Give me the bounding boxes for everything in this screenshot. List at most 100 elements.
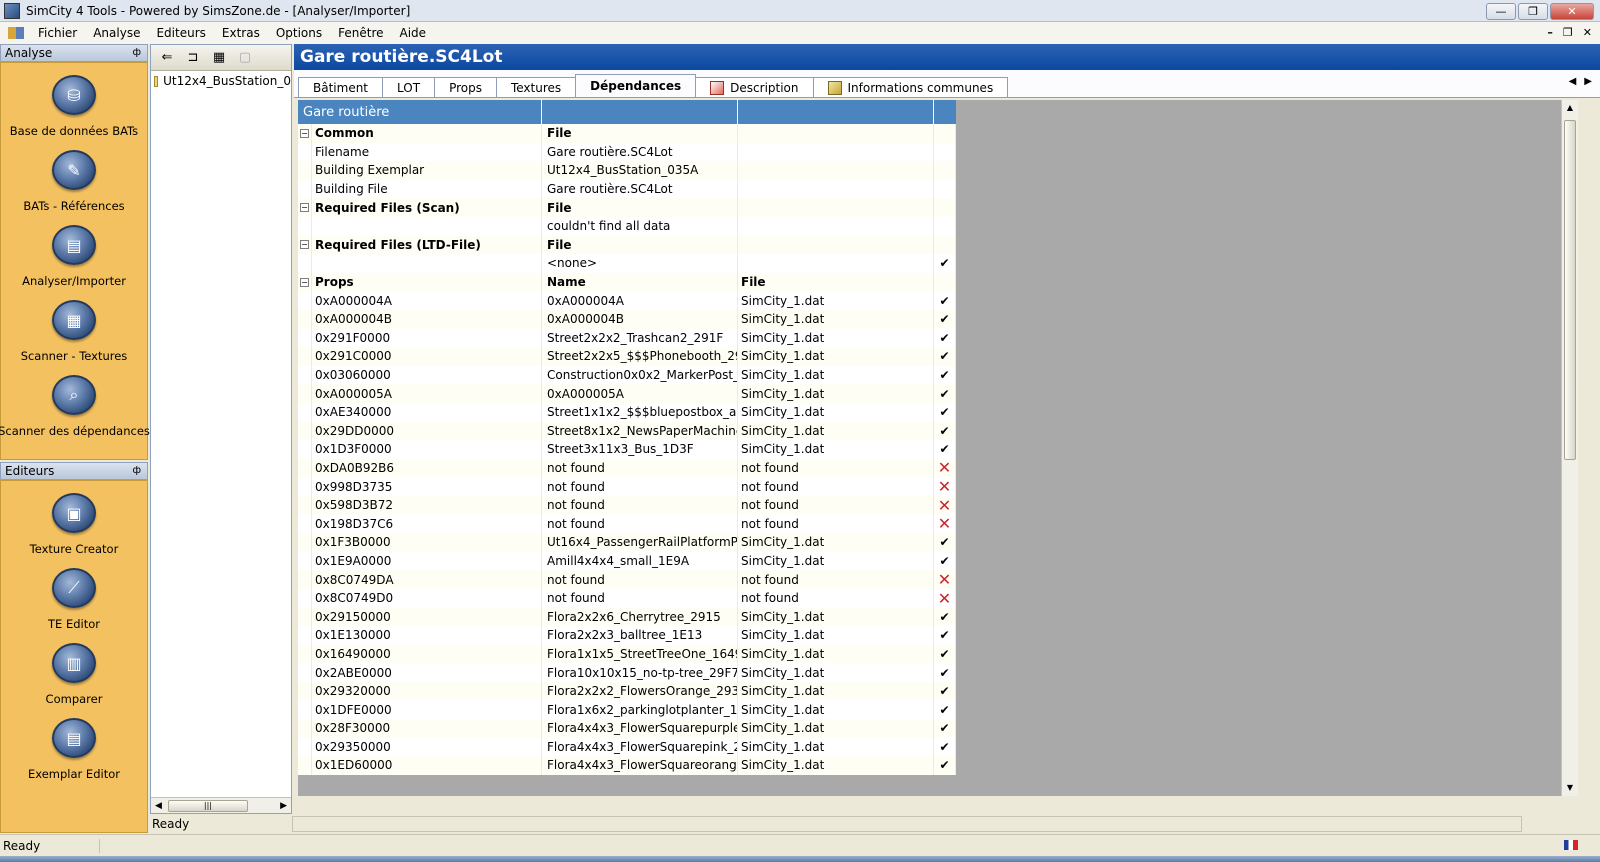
table-row[interactable]: 0x29DD0000Street8x1x2_NewsPaperMachines.… xyxy=(298,421,956,441)
table-row[interactable]: 0x16490000 Flora1x1x5_StreetTreeOne_1649 S… xyxy=(298,644,956,664)
group-row[interactable]: − Props Name File xyxy=(298,272,956,292)
table-row[interactable]: 0x2ABE0000 Flora10x10x15_no-tp-tree_29F7 S… xyxy=(298,663,956,682)
table-row[interactable]: 0xA000004B 0xA000004B SimCity_1.dat ✔ xyxy=(298,309,956,329)
group-row[interactable]: − Common File xyxy=(298,124,956,143)
scroll-up-icon[interactable]: ▲ xyxy=(1562,100,1578,116)
name-cell: 0xA000004A xyxy=(312,291,542,310)
tab-scroll-left-icon[interactable]: ◀ xyxy=(1569,76,1577,87)
table-row[interactable]: 0x03060000 Construction0x0x2_MarkerPost_0… xyxy=(298,365,956,385)
table-row[interactable]: 0x1ED60000 Flora4x4x3_FlowerSquareorange.… xyxy=(298,756,956,775)
menu-options[interactable]: Options xyxy=(268,26,330,40)
table-row[interactable]: 0x29150000 Flora2x2x6_Cherrytree_2915 SimC… xyxy=(298,607,956,627)
grid-view-icon[interactable]: ▦ xyxy=(209,49,229,67)
table-row[interactable]: 0x8C0749D0 not found not found ✕ xyxy=(298,588,956,608)
table-row[interactable]: 0x198D37C6 not found not found ✕ xyxy=(298,514,956,534)
menu-analyse[interactable]: Analyse xyxy=(85,26,148,40)
launcher-compare[interactable]: ▥ Comparer xyxy=(1,631,147,706)
close-button[interactable]: ✕ xyxy=(1550,3,1594,20)
launcher-te-editor[interactable]: ⟋ TE Editor xyxy=(1,556,147,631)
table-row[interactable]: 0x291F0000 Street2x2x2_Trashcan2_291F SimC… xyxy=(298,328,956,348)
table-row[interactable]: 0x998D3735 not found not found ✕ xyxy=(298,477,956,496)
table-row[interactable]: 0x1E9A0000 Amill4x4x4_small_1E9A SimCity_1… xyxy=(298,551,956,571)
editors-panel-header[interactable]: Editeurs ф xyxy=(0,462,148,480)
table-row[interactable]: Building Exemplar Ut12x4_BusStation_035A xyxy=(298,161,956,180)
launcher-bat-references[interactable]: ✎ BATs - Références xyxy=(1,138,147,213)
check-icon: ✔ xyxy=(934,309,956,329)
compare-icon: ▥ xyxy=(52,643,96,683)
tab-informations-communes[interactable]: Informations communes xyxy=(812,77,1009,97)
table-row[interactable]: 0xA000005A 0xA000005A SimCity_1.dat ✔ xyxy=(298,384,956,403)
menu-extras[interactable]: Extras xyxy=(214,26,268,40)
launcher-bat-database[interactable]: ⛁ Base de données BATs xyxy=(1,63,147,138)
table-row[interactable]: 0x29350000 Flora4x4x3_FlowerSquarepink_2.… xyxy=(298,737,956,757)
table-row[interactable]: 0x1E130000 Flora2x2x3_balltree_1E13 SimCit… xyxy=(298,626,956,645)
table-row[interactable]: 0xAE340000 Street1x1x2_$$$bluepostbox_ae3… xyxy=(298,402,956,422)
pin-icon[interactable]: ф xyxy=(132,47,141,58)
table-row[interactable]: 0x29320000 Flora2x2x2_FlowersOrange_2932 S… xyxy=(298,681,956,701)
menu-editeurs[interactable]: Editeurs xyxy=(148,26,213,40)
table-row[interactable]: 0x598D3B72 not found not found ✕ xyxy=(298,495,956,515)
tab-description[interactable]: Description xyxy=(695,77,814,97)
table-row[interactable]: 0x1D3F0000 Street3x11x3_Bus_1D3F SimCity_1… xyxy=(298,440,956,459)
info-icon xyxy=(827,80,842,95)
scroll-thumb[interactable] xyxy=(1564,120,1576,460)
mdi-restore-button[interactable]: ❐ xyxy=(1563,26,1573,39)
file-cell: SimCity_1.dat xyxy=(738,440,934,459)
file-cell: SimCity_1.dat xyxy=(738,756,934,775)
collapse-icon[interactable]: − xyxy=(300,240,309,250)
mdi-close-button[interactable]: ✕ xyxy=(1583,26,1592,39)
tab-props[interactable]: Props xyxy=(434,77,497,97)
menu-fichier[interactable]: Fichier xyxy=(30,26,85,40)
flag-icon[interactable] xyxy=(1564,840,1578,850)
group-row[interactable]: − Required Files (Scan) File xyxy=(298,198,956,217)
scroll-down-icon[interactable]: ▼ xyxy=(1562,780,1578,796)
tab-lot[interactable]: LOT xyxy=(382,77,436,97)
tab-textures[interactable]: Textures xyxy=(495,77,577,97)
tab-dependances[interactable]: Dépendances xyxy=(575,74,697,97)
table-row[interactable]: 0xDA0B92B6 not found not found ✕ xyxy=(298,458,956,478)
collapse-icon[interactable]: − xyxy=(300,203,309,213)
value-cell: Flora1x1x5_StreetTreeOne_1649 xyxy=(542,644,738,664)
group-row[interactable]: − Required Files (LTD-File) File xyxy=(298,235,956,255)
open-folder-icon[interactable]: ⊐ xyxy=(183,49,203,67)
launcher-dependency-scanner[interactable]: ⌕ Scanner des dépendances xyxy=(0,363,150,438)
minimize-button[interactable]: — xyxy=(1486,3,1516,20)
blank-page-icon[interactable]: ▢ xyxy=(235,49,255,67)
tab-batiment[interactable]: Bâtiment xyxy=(298,77,384,97)
scroll-left-icon[interactable]: ◀ xyxy=(151,801,162,811)
table-row[interactable]: Filename Gare routière.SC4Lot xyxy=(298,142,956,162)
import-icon[interactable]: ⇐ xyxy=(157,49,177,67)
grid-header-col3 xyxy=(738,100,934,124)
table-row[interactable]: 0x291C0000 Street2x2x5_$$$Phonebooth_291C… xyxy=(298,347,956,366)
menu-fenetre[interactable]: Fenêtre xyxy=(330,26,391,40)
pin-icon[interactable]: ф xyxy=(132,465,141,476)
table-row[interactable]: 0x28F30000 Flora4x4x3_FlowerSquarepurple_… xyxy=(298,719,956,738)
launcher-analyser-importer[interactable]: ▤ Analyser/Importer xyxy=(1,213,147,288)
restore-button[interactable]: ❐ xyxy=(1518,3,1548,20)
table-row[interactable]: 0x1F3B0000 Ut16x4_PassengerRailPlatformPr… xyxy=(298,533,956,552)
file-cell: SimCity_1.dat xyxy=(738,421,934,441)
mdi-minimize-button[interactable]: – xyxy=(1547,26,1553,39)
table-row[interactable]: 0x1DFE0000 Flora1x6x2_parkinglotplanter_1… xyxy=(298,700,956,719)
scroll-thumb[interactable]: ||| xyxy=(167,799,248,812)
mdi-document-icon[interactable] xyxy=(8,27,24,39)
vertical-scrollbar[interactable]: ▲ ▼ xyxy=(1561,100,1578,796)
collapse-icon[interactable]: − xyxy=(300,277,309,287)
table-row[interactable]: 0x8C0749DA not found not found ✕ xyxy=(298,570,956,589)
table-row[interactable]: 0xA000004A 0xA000004A SimCity_1.dat ✔ xyxy=(298,291,956,310)
collapse-icon[interactable]: − xyxy=(300,128,309,138)
analyse-panel-header[interactable]: Analyse ф xyxy=(0,44,148,62)
horizontal-scrollbar[interactable]: ◀ ||| ▶ xyxy=(151,797,291,813)
launcher-exemplar-editor[interactable]: ▤ Exemplar Editor xyxy=(1,706,147,781)
launcher-texture-creator[interactable]: ▣ Texture Creator xyxy=(1,481,147,556)
tab-scroll-right-icon[interactable]: ▶ xyxy=(1584,76,1592,87)
table-row[interactable]: couldn't find all data xyxy=(298,216,956,236)
scroll-right-icon[interactable]: ▶ xyxy=(280,801,291,811)
table-row[interactable]: Building File Gare routière.SC4Lot xyxy=(298,179,956,199)
menu-aide[interactable]: Aide xyxy=(392,26,435,40)
tree-node[interactable]: Ut12x4_BusStation_0 xyxy=(151,71,291,88)
name-cell: Props xyxy=(312,272,542,292)
table-row[interactable]: <none> ✔ xyxy=(298,254,956,273)
file-cell: not found xyxy=(738,514,934,534)
launcher-texture-scanner[interactable]: ▦ Scanner - Textures xyxy=(1,288,147,363)
